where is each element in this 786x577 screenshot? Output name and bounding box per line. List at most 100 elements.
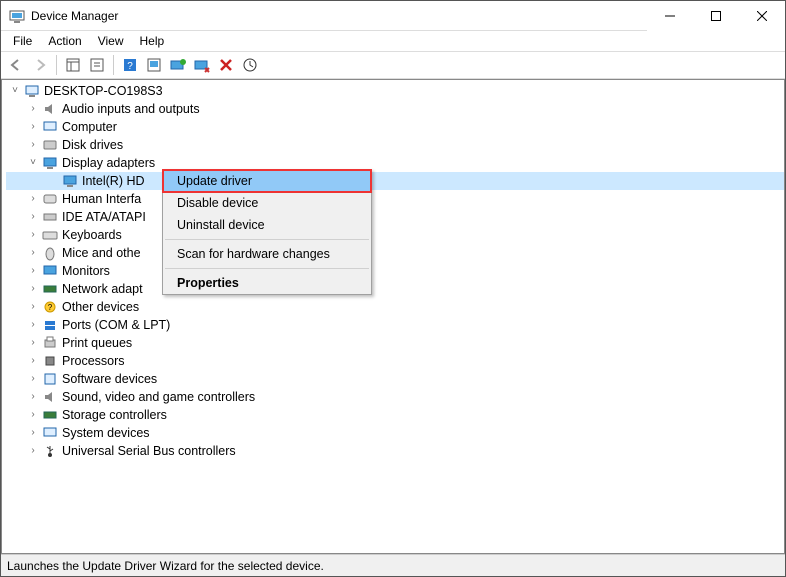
maximize-button[interactable] — [693, 1, 739, 31]
ctx-separator — [165, 268, 369, 269]
properties-button[interactable] — [86, 54, 108, 76]
tree-item-mice[interactable]: › Mice and othe — [6, 244, 784, 262]
system-icon — [42, 425, 58, 441]
scan-hardware-button[interactable] — [239, 54, 261, 76]
tree-item-hid[interactable]: › Human Interfa — [6, 190, 784, 208]
tree-root[interactable]: ˅DESKTOP-CO198S3 — [6, 82, 784, 100]
menu-view[interactable]: View — [90, 32, 132, 50]
expand-icon[interactable]: › — [26, 120, 40, 134]
titlebar: Device Manager — [1, 1, 785, 31]
expand-icon[interactable]: › — [26, 246, 40, 260]
scan-button[interactable] — [143, 54, 165, 76]
tree-label: Sound, video and game controllers — [62, 388, 255, 406]
expand-icon[interactable]: › — [26, 228, 40, 242]
expand-icon[interactable]: › — [26, 264, 40, 278]
toolbar: ? — [1, 51, 785, 79]
tree-item-keyboards[interactable]: ›Keyboards — [6, 226, 784, 244]
expand-icon[interactable]: › — [26, 354, 40, 368]
tree-label: Print queues — [62, 334, 132, 352]
tree-item-storage[interactable]: ›Storage controllers — [6, 406, 784, 424]
tree-item-monitors[interactable]: ›Monitors — [6, 262, 784, 280]
close-button[interactable] — [739, 1, 785, 31]
menu-help[interactable]: Help — [132, 32, 173, 50]
tree-label: Ports (COM & LPT) — [62, 316, 170, 334]
other-icon: ? — [42, 299, 58, 315]
tree-item-audio[interactable]: › Audio inputs and outputs — [6, 100, 784, 118]
statusbar: Launches the Update Driver Wizard for th… — [1, 554, 785, 576]
ctx-properties[interactable]: Properties — [163, 272, 371, 294]
menu-file[interactable]: File — [5, 32, 40, 50]
tree-label: Human Interfa — [62, 190, 141, 208]
collapse-icon[interactable]: ˅ — [26, 156, 40, 170]
expand-icon[interactable]: › — [26, 336, 40, 350]
expand-icon[interactable]: › — [26, 282, 40, 296]
expand-icon[interactable]: › — [26, 408, 40, 422]
expand-icon[interactable]: › — [26, 444, 40, 458]
tree-item-system[interactable]: ›System devices — [6, 424, 784, 442]
collapse-icon[interactable]: ˅ — [8, 84, 22, 98]
sound-icon — [42, 389, 58, 405]
tree-item-sound[interactable]: › Sound, video and game controllers — [6, 388, 784, 406]
expand-icon[interactable]: › — [26, 210, 40, 224]
tree-content: ˅DESKTOP-CO198S3 › Audio inputs and outpu… — [1, 79, 785, 554]
device-manager-window: Device Manager File Action View Help ? ˅… — [0, 0, 786, 577]
cpu-icon — [42, 353, 58, 369]
help-button[interactable]: ? — [119, 54, 141, 76]
tree-item-processors[interactable]: › Processors — [6, 352, 784, 370]
tree-item-ide[interactable]: ›IDE ATA/ATAPI — [6, 208, 784, 226]
menubar: File Action View Help — [1, 31, 785, 51]
tree-label: Processors — [62, 352, 125, 370]
tree-label: Mice and othe — [62, 244, 141, 262]
expand-icon[interactable]: › — [26, 102, 40, 116]
tree-label: Other devices — [62, 298, 139, 316]
tree-item-ports[interactable]: › Ports (COM & LPT) — [6, 316, 784, 334]
audio-icon — [42, 101, 58, 117]
tree-label: Network adapt — [62, 280, 143, 298]
tree-item-usb[interactable]: › Universal Serial Bus controllers — [6, 442, 784, 460]
ctx-uninstall-device[interactable]: Uninstall device — [163, 214, 371, 236]
toolbar-separator — [113, 55, 114, 75]
app-icon — [9, 8, 25, 24]
update-driver-button[interactable] — [167, 54, 189, 76]
tree-item-print[interactable]: › Print queues — [6, 334, 784, 352]
tree-item-software[interactable]: ›Software devices — [6, 370, 784, 388]
expand-icon[interactable]: › — [26, 300, 40, 314]
disk-icon — [42, 137, 58, 153]
expand-icon[interactable]: › — [26, 372, 40, 386]
expand-icon[interactable]: › — [26, 192, 40, 206]
ctx-update-driver[interactable]: Update driver — [163, 170, 371, 192]
expand-icon[interactable]: › — [26, 318, 40, 332]
forward-button[interactable] — [29, 54, 51, 76]
tree-item-intel-hd[interactable]: Intel(R) HD — [6, 172, 784, 190]
mouse-icon — [42, 245, 58, 261]
keyboard-icon — [42, 227, 58, 243]
back-button[interactable] — [5, 54, 27, 76]
expand-icon[interactable]: › — [26, 426, 40, 440]
tree-label: Audio inputs and outputs — [62, 100, 200, 118]
port-icon — [42, 317, 58, 333]
disable-button[interactable] — [191, 54, 213, 76]
minimize-button[interactable] — [647, 1, 693, 31]
expand-icon[interactable]: › — [26, 138, 40, 152]
svg-text:?: ? — [48, 303, 53, 312]
tree-item-disk[interactable]: ›Disk drives — [6, 136, 784, 154]
tree-item-other[interactable]: ›? Other devices — [6, 298, 784, 316]
tree-label: Universal Serial Bus controllers — [62, 442, 236, 460]
uninstall-button[interactable] — [215, 54, 237, 76]
menu-action[interactable]: Action — [40, 32, 89, 50]
hid-icon — [42, 191, 58, 207]
device-tree[interactable]: ˅DESKTOP-CO198S3 › Audio inputs and outpu… — [2, 80, 784, 460]
tree-item-display[interactable]: ˅ Display adapters — [6, 154, 784, 172]
computer-icon — [42, 119, 58, 135]
show-hide-tree-button[interactable] — [62, 54, 84, 76]
tree-label: Display adapters — [62, 154, 155, 172]
svg-text:?: ? — [127, 61, 133, 72]
tree-label: Computer — [62, 118, 117, 136]
ctx-disable-device[interactable]: Disable device — [163, 192, 371, 214]
storage-icon — [42, 407, 58, 423]
expand-icon[interactable]: › — [26, 390, 40, 404]
tree-item-network[interactable]: › Network adapt — [6, 280, 784, 298]
ctx-scan-hardware[interactable]: Scan for hardware changes — [163, 243, 371, 265]
display-icon — [42, 155, 58, 171]
tree-item-computer[interactable]: › Computer — [6, 118, 784, 136]
